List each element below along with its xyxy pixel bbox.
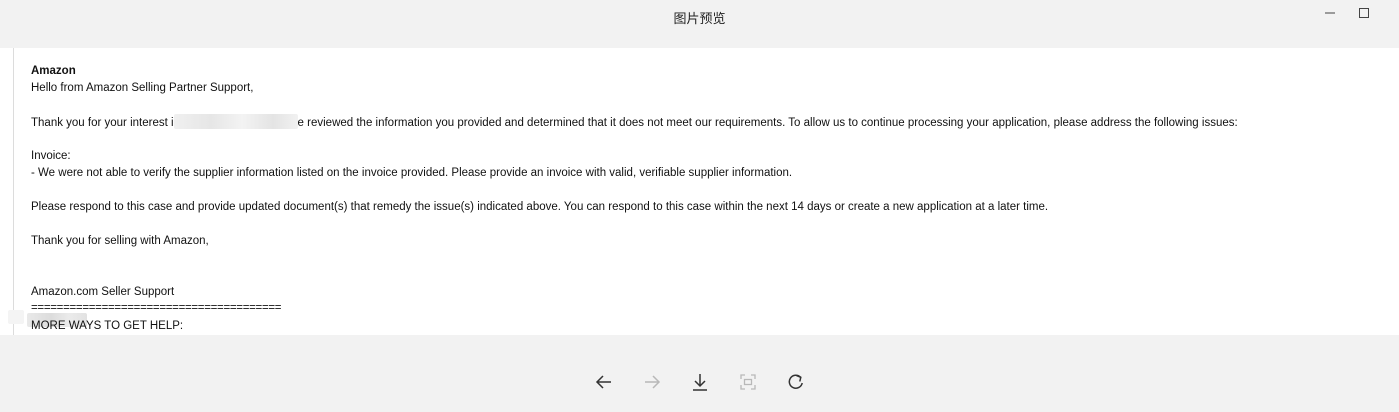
maximize-button[interactable] [1347, 4, 1381, 22]
email-divider: ======================================= [31, 302, 282, 314]
window-controls [1313, 4, 1381, 22]
section-heading: Invoice: [31, 150, 71, 162]
fit-screen-icon [739, 374, 756, 390]
arrow-right-icon [644, 375, 660, 389]
email-sender: Amazon [31, 65, 76, 77]
window-title: 图片预览 [673, 12, 726, 27]
arrow-left-icon [595, 375, 611, 389]
email-paragraph-1: Thank you for your interest i e reviewed … [31, 114, 1379, 131]
image-left-edge [13, 48, 14, 335]
next-button[interactable] [628, 366, 676, 398]
fit-screen-button[interactable] [724, 366, 772, 398]
paragraph-1-end: e reviewed the information you provided … [297, 117, 1238, 129]
issue-item: - We were not able to verify the supplie… [31, 167, 793, 179]
previous-button[interactable] [580, 366, 628, 398]
email-signature: Amazon.com Seller Support [31, 286, 175, 298]
paragraph-1-start: Thank you for your interest i [31, 117, 174, 129]
email-closing: Thank you for selling with Amazon, [31, 235, 209, 247]
minimize-icon [1325, 12, 1335, 14]
maximize-icon [1359, 8, 1369, 18]
preview-toolbar [0, 366, 1399, 398]
image-preview-window: 图片预览 Amazon Hello from Amazon Selling Pa… [0, 0, 1399, 412]
more-help-heading: MORE WAYS TO GET HELP: [31, 320, 184, 332]
image-viewport: Amazon Hello from Amazon Selling Partner… [0, 48, 1399, 335]
rotate-icon [788, 374, 803, 389]
email-content: Amazon Hello from Amazon Selling Partner… [31, 63, 1379, 335]
redacted-text [173, 114, 298, 129]
title-bar: 图片预览 [0, 0, 1399, 34]
minimize-button[interactable] [1313, 4, 1347, 22]
email-greeting: Hello from Amazon Selling Partner Suppor… [31, 82, 254, 94]
redacted-area [8, 310, 24, 324]
email-paragraph-2: Please respond to this case and provide … [31, 201, 1049, 213]
download-icon [692, 374, 707, 391]
rotate-button[interactable] [772, 366, 820, 398]
download-button[interactable] [676, 366, 724, 398]
